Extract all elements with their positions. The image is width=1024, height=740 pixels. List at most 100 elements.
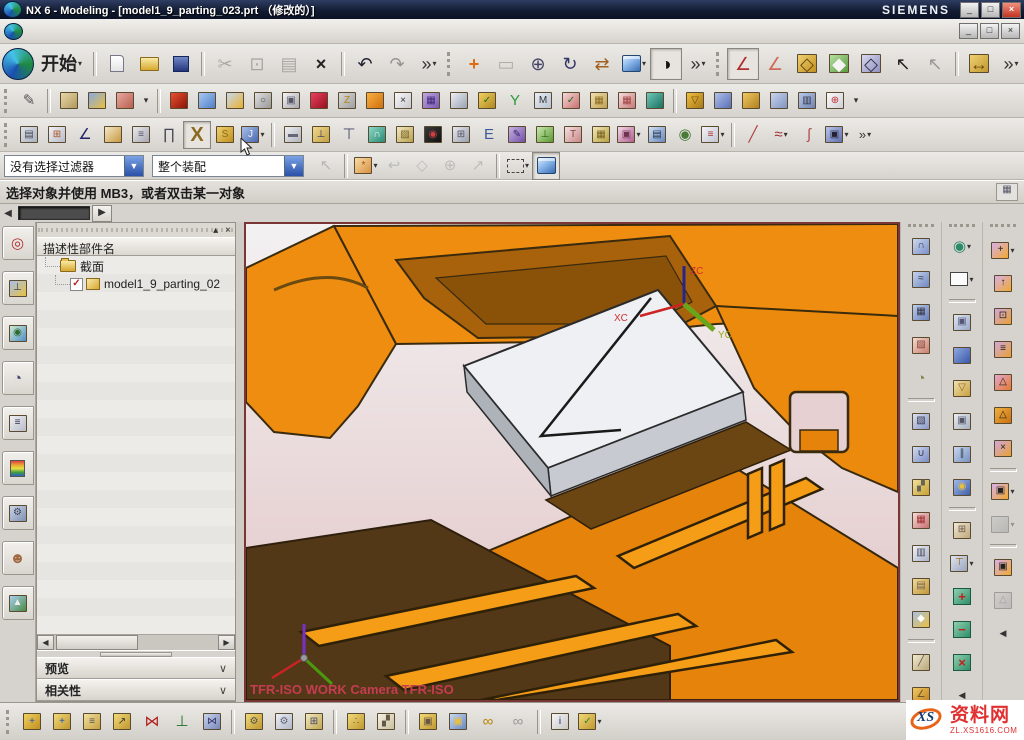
wrench-plus-icon[interactable]: ⊞ <box>299 707 329 737</box>
select-hand-icon[interactable]: ↖ <box>312 152 340 180</box>
bounding-box-icon[interactable]: ▦ <box>585 87 613 115</box>
wedge-icon[interactable] <box>445 87 473 115</box>
web-browser-tab[interactable]: ◉ <box>2 316 34 350</box>
line-icon[interactable]: ╱ <box>739 121 767 149</box>
trim-body-icon[interactable]: × <box>389 87 417 115</box>
shaded-block-icon[interactable] <box>944 339 980 371</box>
move-filter-icon[interactable]: ⊕ <box>436 152 464 180</box>
spreadsheet-icon[interactable]: ▤ <box>643 121 671 149</box>
timed-update-icon[interactable]: ◔ <box>903 362 939 394</box>
crease-icon[interactable]: ╱ <box>903 646 939 678</box>
ejector-icon[interactable] <box>737 87 765 115</box>
sheet-body-icon[interactable] <box>361 87 389 115</box>
open-file-icon[interactable] <box>133 48 165 80</box>
sequence-cubes-icon[interactable]: ▞ <box>371 707 401 737</box>
warn-face-icon[interactable]: △ <box>985 366 1021 398</box>
join-cubes-icon[interactable]: ⊞ <box>944 514 980 546</box>
mold-base-icon[interactable] <box>709 87 737 115</box>
assembly-constraints-icon[interactable]: ⊥ <box>167 707 197 737</box>
materials-tab[interactable] <box>2 451 34 485</box>
measure-distance-icon[interactable]: ↔ <box>963 48 995 80</box>
new-file-icon[interactable] <box>101 48 133 80</box>
fit-view-icon[interactable]: + <box>458 48 490 80</box>
menu-tools[interactable] <box>107 28 123 34</box>
title-bar[interactable]: NX 6 - Modeling - [model1_9_parting_023.… <box>0 0 1024 19</box>
panel-grip[interactable]: ▴ × <box>37 223 235 237</box>
arrow-filter-icon[interactable]: ↗ <box>464 152 492 180</box>
selection-pointer-icon[interactable]: ↖ <box>887 48 919 80</box>
stamp-icon[interactable]: ▣ <box>823 121 851 149</box>
prompt-resize-icon[interactable]: ▦ <box>996 183 1018 201</box>
subtract-icon[interactable]: − <box>944 613 980 645</box>
close-button[interactable]: × <box>1002 2 1021 18</box>
add-component-icon[interactable]: + <box>17 707 47 737</box>
pocket-icon[interactable]: ▣ <box>277 87 305 115</box>
menu-analysis[interactable] <box>155 28 171 34</box>
arrangements-icon[interactable]: ▣ <box>413 707 443 737</box>
flash-surface-icon[interactable]: ▞ <box>903 471 939 503</box>
cut-icon[interactable]: ✂ <box>209 48 241 80</box>
split-color-icon[interactable]: ◆ <box>903 603 939 635</box>
chevron-down-icon[interactable]: ∨ <box>219 662 227 675</box>
mirror-assembly-icon[interactable]: ⋈ <box>137 707 167 737</box>
grid-scoop-icon[interactable]: ▧ <box>903 405 939 437</box>
gray-cone-icon[interactable]: △ <box>985 584 1021 616</box>
link-browser-icon[interactable]: ∞ <box>503 707 533 737</box>
menu-window[interactable] <box>187 28 203 34</box>
arc-icon[interactable]: ≈ <box>767 121 795 149</box>
extrude-icon[interactable] <box>221 87 249 115</box>
forward-arrow-button[interactable]: ▶ <box>92 205 112 222</box>
preview-section-bar[interactable]: 预览 ∨ <box>37 657 235 679</box>
twin-cylinder-icon[interactable]: ∥ <box>944 438 980 470</box>
rectangle-select-icon[interactable] <box>504 152 532 180</box>
sketch-icon[interactable]: ✎ <box>15 87 43 115</box>
cube-platform-icon[interactable]: ▣ <box>944 306 980 338</box>
cylinder-warn-icon[interactable]: △ <box>985 399 1021 431</box>
corner-cube-icon[interactable] <box>99 121 127 149</box>
datum-dropdown-caret[interactable]: ▾ <box>139 87 153 115</box>
vise-icon[interactable]: T <box>559 121 587 149</box>
link-info-icon[interactable]: i <box>545 707 575 737</box>
lift-face-icon[interactable]: ↑ <box>985 267 1021 299</box>
back-arrow-button[interactable]: ◀ <box>0 208 16 219</box>
csys-dynamics-icon[interactable]: ∠ <box>727 48 759 80</box>
selection-filter-dropdown[interactable]: 没有选择过滤器 ▼ <box>4 155 144 177</box>
bend-surface-icon[interactable]: ∩ <box>903 230 939 262</box>
menu-help[interactable] <box>203 28 219 34</box>
insert-box-icon[interactable]: ▣ <box>944 405 980 437</box>
wave-link-icon[interactable]: Y <box>501 87 529 115</box>
view-layout-icon[interactable]: ⊞ <box>43 121 71 149</box>
graphics-viewport[interactable]: ZC XC YC TFR-ISO WORK Camera TFR-ISO <box>244 222 900 702</box>
unite-icon[interactable]: + <box>944 580 980 612</box>
component-pattern-icon[interactable]: ≡ <box>77 707 107 737</box>
copy-face-icon[interactable]: ⊡ <box>985 300 1021 332</box>
snap-point-icon[interactable]: ◇ <box>791 48 823 80</box>
list-faces-icon[interactable]: ≡ <box>985 333 1021 365</box>
press-tool-icon[interactable]: ▬ <box>279 121 307 149</box>
undo-icon[interactable]: ↶ <box>349 48 381 80</box>
assembly-navigator-tab[interactable]: ◎ <box>2 226 34 260</box>
tag-pocket-icon[interactable]: ▤ <box>903 570 939 602</box>
cavity-grid-icon[interactable]: ▦ <box>613 87 641 115</box>
patch-check-icon[interactable]: ✓ <box>557 87 585 115</box>
tools-palette-tab[interactable]: ⚙ <box>2 496 34 530</box>
slider-icon[interactable] <box>765 87 793 115</box>
lifter-icon[interactable]: ∩ <box>363 121 391 149</box>
system-scenes-tab[interactable]: ≡ <box>2 406 34 440</box>
pad-icon[interactable] <box>305 87 333 115</box>
delete-face-icon[interactable]: × <box>985 432 1021 464</box>
chevron-down-icon[interactable]: ∨ <box>219 684 227 697</box>
zoom-window-icon[interactable]: ▭ <box>490 48 522 80</box>
mdi-restore-button[interactable]: □ <box>980 23 999 39</box>
face-region-icon[interactable] <box>944 263 980 295</box>
menu-insert[interactable] <box>75 28 91 34</box>
toolbar-overflow-icon[interactable]: » <box>413 48 445 80</box>
viewport-canvas[interactable]: ZC XC YC TFR-ISO WORK Camera TFR-ISO <box>246 224 898 700</box>
menu-edit[interactable] <box>43 28 59 34</box>
panel-splitter[interactable] <box>37 650 235 657</box>
copy-icon[interactable]: ⊡ <box>241 48 273 80</box>
history-tab[interactable]: ◔ <box>2 361 34 395</box>
dropdown-caret[interactable]: ▾ <box>849 87 863 115</box>
exploded-view-icon[interactable]: ▣ <box>443 707 473 737</box>
tools-icon[interactable]: X <box>183 121 211 149</box>
